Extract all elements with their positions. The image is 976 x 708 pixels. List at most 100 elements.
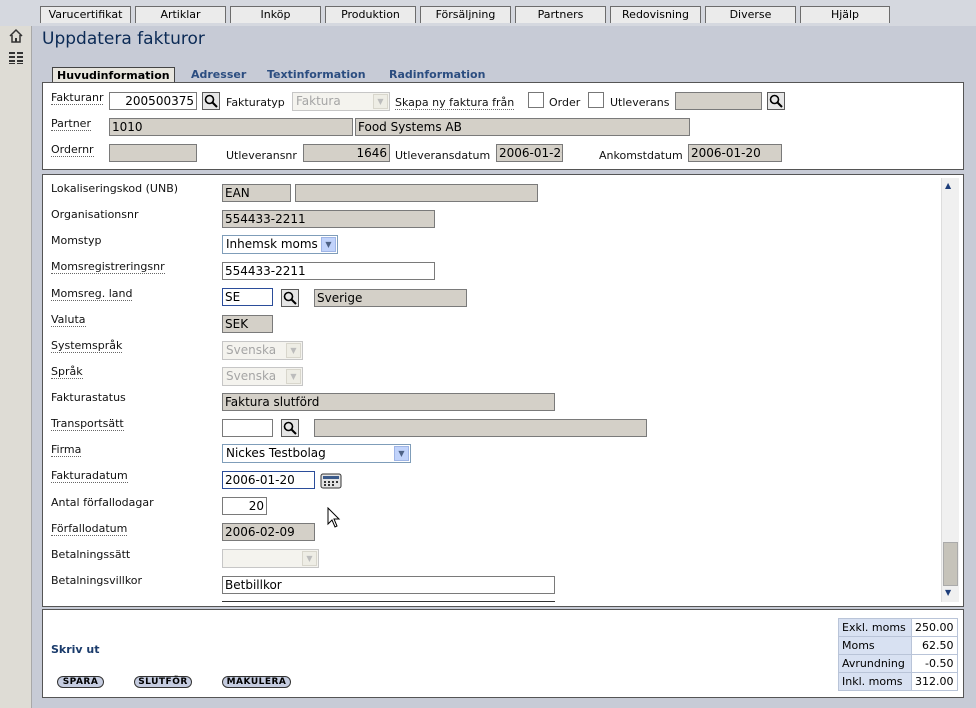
menu-varucertifikat[interactable]: Varucertifikat: [40, 6, 131, 23]
menu-diverse[interactable]: Diverse: [705, 6, 796, 23]
utleveransdatum-label: Utleveransdatum: [395, 149, 491, 162]
org-field: 554433-2211: [222, 210, 435, 228]
menu-forsaljning[interactable]: Försäljning: [420, 6, 511, 23]
details-panel: [42, 174, 964, 607]
ordernr-field: [109, 144, 197, 162]
partner-name-field: Food Systems AB: [355, 118, 690, 136]
betalningssatt-label: Betalningssätt: [51, 548, 131, 561]
momsreg-input[interactable]: 554433-2211: [222, 262, 435, 280]
forfallodagar-input[interactable]: 20: [222, 497, 267, 515]
totals-label: Moms: [838, 636, 912, 655]
left-rail: [0, 26, 32, 708]
partner-label: Partner: [51, 117, 91, 131]
order-radio[interactable]: [528, 92, 544, 108]
firma-label: Firma: [51, 443, 82, 457]
finish-button[interactable]: SLUTFÖR: [134, 676, 192, 688]
fakturadatum-label: Fakturadatum: [51, 469, 128, 483]
save-button[interactable]: SPARA: [57, 676, 104, 688]
totals-label: Exkl. moms: [838, 618, 912, 637]
print-link[interactable]: Skriv ut: [51, 643, 100, 656]
ankomstdatum-label: Ankomstdatum: [599, 149, 683, 162]
list-icon[interactable]: [8, 50, 24, 66]
ankomstdatum-field: 2006-01-20: [688, 144, 782, 162]
ordernr-label: Ordernr: [51, 143, 94, 157]
fakturastatus-label: Fakturastatus: [51, 391, 126, 404]
totals-table: Exkl. moms 250.00 Moms 62.50 Avrundning -0.…: [838, 618, 958, 691]
momstyp-select[interactable]: Inhemsk moms ▼: [222, 235, 338, 254]
momsreg-label: Momsregistreringsnr: [51, 260, 165, 274]
page-title: Uppdatera fakturor: [42, 29, 205, 49]
valuta-label: Valuta: [51, 313, 86, 327]
search-icon[interactable]: [281, 289, 299, 307]
utleveransdatum-field: 2006-01-20: [496, 144, 563, 162]
menu-partners[interactable]: Partners: [515, 6, 606, 23]
totals-value: -0.50: [911, 654, 958, 673]
order-label: Order: [549, 96, 581, 109]
utleveransnr-label: Utleveransnr: [226, 149, 297, 162]
momstyp-label: Momstyp: [51, 234, 102, 247]
menu-hjalp[interactable]: Hjälp: [800, 6, 890, 23]
lok-value-field: [295, 184, 538, 202]
sprak-label: Språk: [51, 365, 83, 379]
forfallodatum-field: 2006-02-09: [222, 523, 315, 541]
menu-produktion[interactable]: Produktion: [325, 6, 416, 23]
chevron-down-icon: ▼: [286, 343, 301, 358]
chevron-down-icon: ▼: [286, 369, 301, 384]
chevron-down-icon: ▼: [373, 94, 388, 109]
skapa-label: Skapa ny faktura från: [395, 96, 515, 110]
firma-select[interactable]: Nickes Testbolag ▼: [222, 444, 411, 463]
menu-artiklar[interactable]: Artiklar: [135, 6, 226, 23]
totals-row: Moms 62.50: [838, 636, 958, 655]
scroll-up-icon[interactable]: ▲: [945, 181, 951, 190]
top-menu-bar: Varucertifikat Artiklar Inköp Produktion…: [0, 0, 976, 26]
valuta-field: SEK: [222, 315, 273, 333]
chevron-down-icon: ▼: [394, 446, 409, 461]
tab-textinformation[interactable]: Textinformation: [267, 67, 366, 82]
search-icon[interactable]: [202, 92, 220, 110]
utleverans-input[interactable]: [675, 92, 762, 110]
totals-row: Exkl. moms 250.00: [838, 618, 958, 637]
chevron-down-icon: ▼: [302, 551, 317, 566]
totals-row: Avrundning -0.50: [838, 654, 958, 673]
search-icon[interactable]: [767, 92, 785, 110]
momsland-label: Momsreg. land: [51, 287, 133, 301]
details-scrollbar[interactable]: ▲ ▼: [941, 178, 959, 602]
utleverans-radio[interactable]: [588, 92, 604, 108]
momsland-name-field: Sverige: [314, 289, 467, 307]
scroll-thumb[interactable]: [943, 542, 958, 586]
fakturanr-input[interactable]: 200500375: [109, 92, 197, 110]
org-label: Organisationsnr: [51, 208, 139, 221]
systemsprak-label: Systemspråk: [51, 339, 123, 353]
home-icon[interactable]: [8, 28, 24, 44]
fakturastatus-field: Faktura slutförd: [222, 393, 555, 411]
void-button[interactable]: MAKULERA: [222, 676, 291, 688]
mouse-cursor-icon: [327, 506, 341, 529]
fakturadatum-input[interactable]: 2006-01-20: [222, 471, 315, 489]
tab-huvudinformation[interactable]: Huvudinformation: [52, 67, 175, 83]
calendar-icon[interactable]: [320, 473, 342, 489]
partner-id-field: 1010: [109, 118, 353, 136]
momsland-input[interactable]: SE: [222, 288, 273, 306]
sprak-select[interactable]: Svenska ▼: [222, 367, 303, 386]
scroll-down-icon[interactable]: ▼: [945, 588, 951, 597]
systemsprak-select[interactable]: Svenska ▼: [222, 341, 303, 360]
betalningsvillkor-input[interactable]: Betbillkor: [222, 576, 555, 594]
chevron-down-icon: ▼: [321, 237, 336, 252]
tab-radinformation[interactable]: Radinformation: [389, 67, 485, 82]
totals-value: 62.50: [911, 636, 958, 655]
search-icon[interactable]: [281, 419, 299, 437]
fakturatyp-select[interactable]: Faktura ▼: [292, 92, 390, 111]
transport-label: Transportsätt: [51, 417, 124, 431]
forfallodatum-label: Förfallodatum: [51, 522, 128, 536]
transport-name-field: [314, 419, 647, 437]
tab-adresser[interactable]: Adresser: [191, 67, 246, 82]
totals-row: Inkl. moms 312.00: [838, 672, 958, 691]
menu-inkop[interactable]: Inköp: [230, 6, 321, 23]
menu-redovisning[interactable]: Redovisning: [610, 6, 701, 23]
betalningsvillkor-label: Betalningsvillkor: [51, 574, 143, 587]
totals-value: 250.00: [911, 618, 958, 637]
betalningssatt-select[interactable]: ▼: [222, 549, 319, 568]
utleverans-label: Utleverans: [610, 96, 670, 109]
fakturatyp-label: Fakturatyp: [226, 96, 285, 109]
transport-input[interactable]: [222, 419, 273, 437]
